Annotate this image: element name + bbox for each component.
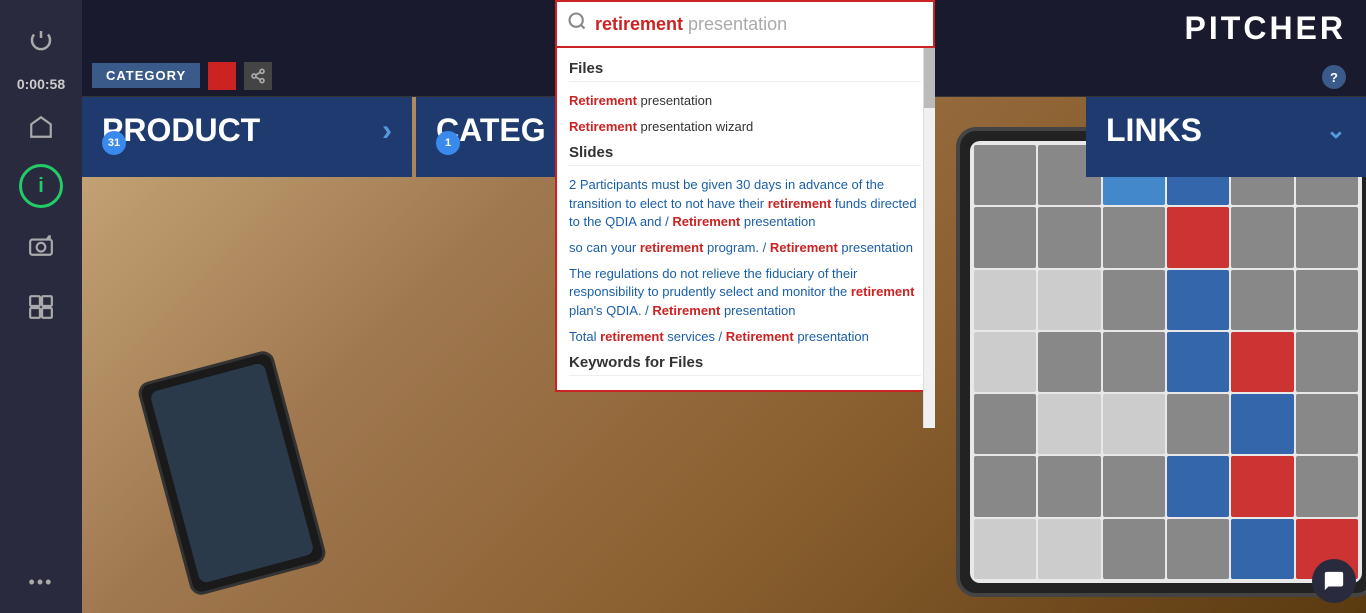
- screens-button[interactable]: [16, 282, 66, 332]
- search-result-item[interactable]: The regulations do not relieve the fiduc…: [569, 261, 921, 324]
- share-button[interactable]: [244, 62, 272, 90]
- product-arrow: ›: [382, 114, 392, 148]
- search-scrollbar[interactable]: [923, 48, 935, 428]
- chat-button[interactable]: [1312, 559, 1356, 603]
- home-button[interactable]: [16, 102, 66, 152]
- search-icon: [567, 11, 587, 37]
- links-card-header: LINKS ⌄: [1086, 97, 1366, 167]
- section-files-title: Files: [569, 60, 921, 82]
- red-square-button[interactable]: [208, 62, 236, 90]
- more-options[interactable]: •••: [29, 572, 54, 593]
- search-result-item[interactable]: 2 Participants must be given 30 days in …: [569, 172, 921, 235]
- links-card-title[interactable]: LINKS ⌄: [1086, 97, 1366, 159]
- section-slides-title: Slides: [569, 144, 921, 166]
- scrollbar-thumb[interactable]: [924, 48, 935, 108]
- product-card-header: PRODUCT › 31: [82, 97, 412, 167]
- product-badge: 31: [102, 131, 126, 155]
- sidebar: 0:00:58 i •••: [0, 0, 82, 613]
- search-result-item[interactable]: Total retirement services / Retirement p…: [569, 324, 921, 350]
- search-result-item[interactable]: Retirement presentation wizard: [569, 114, 921, 140]
- search-input[interactable]: retirement presentation: [595, 14, 923, 35]
- product-card-title[interactable]: PRODUCT ›: [82, 97, 412, 159]
- search-results: Files Retirement presentation Retirement…: [555, 48, 935, 392]
- timer-display: 0:00:58: [17, 76, 65, 92]
- camera-button[interactable]: [16, 220, 66, 270]
- search-highlight: retirement: [595, 14, 683, 34]
- search-box[interactable]: retirement presentation: [555, 0, 935, 48]
- category-badge: 1: [436, 131, 460, 155]
- links-chevron: ⌄: [1326, 116, 1346, 145]
- search-normal: presentation: [683, 14, 787, 34]
- search-result-item[interactable]: so can your retirement program. / Retire…: [569, 235, 921, 261]
- power-button[interactable]: [16, 16, 66, 66]
- search-result-item[interactable]: Retirement presentation: [569, 88, 921, 114]
- help-button[interactable]: ?: [1322, 65, 1346, 89]
- section-keywords-title: Keywords for Files: [569, 354, 921, 376]
- app-logo: PITCHER: [1185, 10, 1346, 47]
- info-button[interactable]: i: [19, 164, 63, 208]
- search-overlay: retirement presentation Files Retirement…: [555, 0, 935, 392]
- category-label: CATEGORY: [92, 63, 200, 88]
